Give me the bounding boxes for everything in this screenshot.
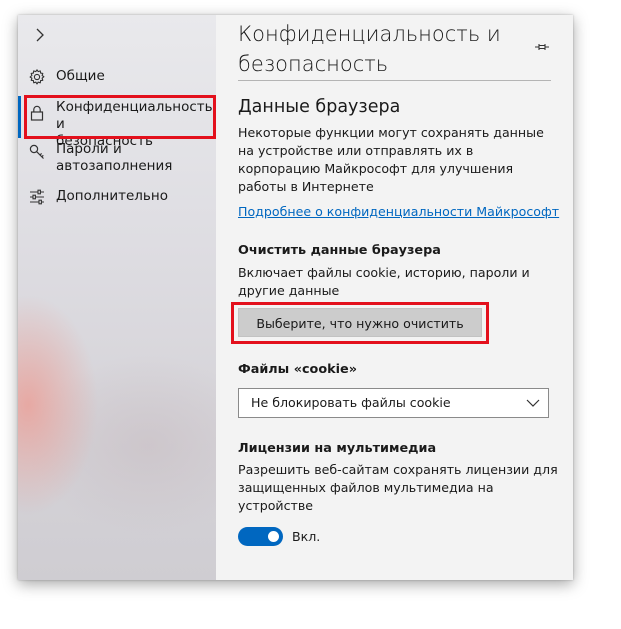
pin-icon[interactable] — [534, 39, 550, 55]
clear-data-heading: Очистить данные браузера — [238, 243, 441, 258]
cookies-select-value: Не блокировать файлы cookie — [251, 395, 451, 410]
toggle-state-label: Вкл. — [292, 529, 321, 544]
section-title-browser-data: Данные браузера — [238, 97, 401, 117]
privacy-info-link[interactable]: Подробнее о конфиденциальности Майкрософ… — [238, 204, 559, 219]
sidebar-item-label: Дополнительно — [56, 188, 168, 204]
chevron-right-icon[interactable] — [30, 25, 50, 45]
sidebar-item-privacy[interactable]: Конфиденциальность и безопасность — [18, 99, 216, 149]
cookies-select[interactable]: Не блокировать файлы cookie — [238, 388, 549, 418]
sidebar-item-advanced[interactable]: Дополнительно — [18, 188, 216, 208]
chevron-down-icon — [526, 399, 540, 407]
clear-data-description: Включает файлы cookie, историю, пароли и… — [238, 265, 530, 298]
sidebar-item-passwords[interactable]: Пароли и автозаполнения — [18, 141, 216, 179]
title-divider — [238, 80, 551, 81]
choose-what-to-clear-button[interactable]: Выберите, что нужно очистить — [238, 308, 482, 337]
page-title: Конфиденциальность и безопасность — [238, 22, 501, 76]
sidebar-item-label: Пароли и автозаполнения — [56, 141, 173, 174]
browser-data-description: Некоторые функции могут сохранять данные… — [238, 125, 544, 194]
settings-window: Общие Конфиденциальность и безопасность … — [18, 15, 573, 580]
sidebar: Общие Конфиденциальность и безопасность … — [18, 15, 216, 580]
lock-icon — [30, 105, 44, 121]
sidebar-item-general[interactable]: Общие — [18, 68, 216, 88]
key-icon — [29, 144, 44, 159]
toggle-knob — [268, 531, 279, 542]
media-licenses-toggle[interactable] — [238, 527, 283, 546]
media-licenses-heading: Лицензии на мультимедиа — [238, 441, 437, 456]
sidebar-item-label: Общие — [56, 68, 105, 84]
sliders-icon — [30, 189, 44, 205]
cookies-heading: Файлы «cookie» — [238, 362, 357, 377]
settings-pane: Конфиденциальность и безопасность Данные… — [216, 15, 573, 580]
gear-icon — [29, 69, 45, 85]
media-licenses-description: Разрешить веб-сайтам сохранять лицензии … — [238, 462, 558, 513]
